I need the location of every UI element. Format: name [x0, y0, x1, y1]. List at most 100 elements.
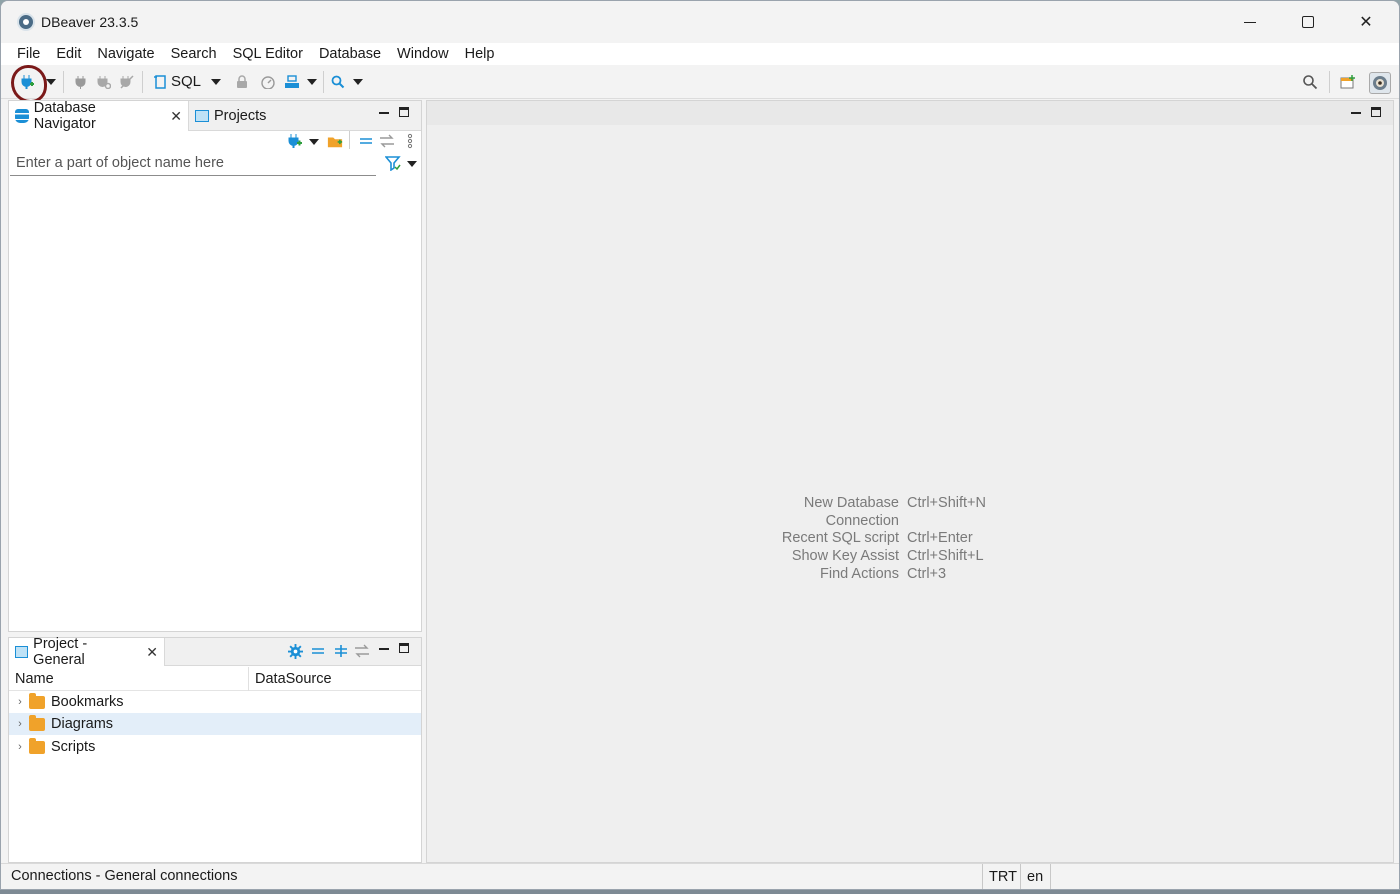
menu-window[interactable]: Window — [389, 43, 457, 65]
editor-area: New Database Connection Ctrl+Shift+N Rec… — [426, 100, 1394, 863]
tab-label: Project - General — [33, 636, 88, 668]
projects-icon — [195, 110, 209, 122]
menu-bar: File Edit Navigate Search SQL Editor Dat… — [1, 43, 1399, 65]
menu-search[interactable]: Search — [163, 43, 225, 65]
tree-item-diagrams[interactable]: › Diagrams — [9, 713, 421, 735]
column-header-datasource[interactable]: DataSource — [249, 667, 332, 691]
panel-window-controls — [379, 107, 409, 117]
hint-shortcut: Ctrl+Shift+L — [907, 548, 984, 565]
bookmarks-folder-icon — [29, 692, 45, 709]
navigator-tab-row: Database Navigator ✕ Projects — [9, 100, 421, 132]
minimize-panel-icon[interactable] — [379, 112, 389, 114]
tree-item-scripts[interactable]: › Scripts — [9, 736, 421, 758]
expand-all-icon[interactable] — [333, 643, 349, 659]
editor-tab-strip — [427, 101, 1393, 125]
minimize-icon — [1244, 21, 1256, 23]
new-connection-dropdown[interactable] — [309, 139, 319, 145]
project-general-panel: Project - General ✕ Name DataSource › Bo… — [8, 636, 422, 863]
hint-label[interactable]: Recent SQL script — [727, 530, 907, 548]
column-header-name[interactable]: Name — [9, 667, 54, 691]
toolbar-separator — [349, 131, 350, 149]
expand-chevron-icon[interactable]: › — [11, 718, 29, 730]
object-filter-input[interactable]: Enter a part of object name here — [10, 152, 376, 176]
menu-sql-editor[interactable]: SQL Editor — [225, 43, 311, 65]
project-icon — [15, 646, 29, 658]
maximize-panel-icon[interactable] — [399, 643, 409, 653]
sql-editor-dropdown[interactable] — [211, 79, 221, 85]
lock-icon[interactable] — [234, 74, 250, 90]
tab-label: Projects — [214, 108, 267, 124]
maximize-button[interactable] — [1279, 1, 1337, 43]
sql-editor-button[interactable]: SQL — [153, 73, 201, 90]
tab-project-general[interactable]: Project - General ✕ — [9, 636, 165, 668]
hint-row: Recent SQL script Ctrl+Enter — [727, 530, 986, 548]
minimize-editor-icon[interactable] — [1351, 112, 1361, 114]
hint-row: Find Actions Ctrl+3 — [727, 566, 986, 584]
toolbar-separator — [142, 71, 143, 93]
hint-shortcut: Ctrl+Shift+N — [907, 495, 986, 511]
new-folder-icon[interactable] — [327, 133, 343, 149]
menu-navigate[interactable]: Navigate — [89, 43, 162, 65]
annotation-circle — [11, 65, 47, 103]
disconnect-icon[interactable] — [119, 74, 135, 90]
collapse-all-icon[interactable] — [358, 133, 374, 149]
collapse-all-icon[interactable] — [310, 643, 326, 659]
connect-plug-icon[interactable] — [73, 74, 89, 90]
filter-icon[interactable] — [384, 155, 401, 172]
expand-chevron-icon[interactable]: › — [11, 741, 29, 753]
dbeaver-window: DBeaver 23.3.5 ✕ File Edit Navigate Sear… — [0, 0, 1400, 890]
hint-label[interactable]: New Database Connection — [727, 495, 907, 530]
status-text: Connections - General connections — [11, 868, 238, 884]
project-tree-header: Name DataSource — [9, 667, 421, 691]
close-tab-icon[interactable]: ✕ — [146, 644, 158, 661]
tree-item-label: Scripts — [51, 739, 96, 755]
tree-item-label: Bookmarks — [51, 694, 124, 710]
maximize-panel-icon[interactable] — [399, 107, 409, 117]
status-locale[interactable]: en — [1020, 864, 1049, 889]
transaction-mode-icon[interactable] — [284, 74, 300, 90]
hint-label[interactable]: Show Key Assist — [727, 548, 907, 566]
search-dropdown[interactable] — [353, 79, 363, 85]
minimize-panel-icon[interactable] — [379, 648, 389, 650]
hint-label[interactable]: Find Actions — [727, 566, 907, 584]
hint-shortcut: Ctrl+3 — [907, 565, 947, 582]
navigator-toolbar — [9, 131, 421, 153]
maximize-editor-icon[interactable] — [1371, 107, 1381, 117]
menu-file[interactable]: File — [9, 43, 48, 65]
status-timezone[interactable]: TRT — [982, 864, 1023, 889]
hint-row: New Database Connection Ctrl+Shift+N — [727, 495, 986, 530]
dashboard-gauge-icon[interactable] — [260, 74, 276, 90]
status-bar: Connections - General connections TRT en — [1, 863, 1399, 889]
link-with-editor-icon[interactable] — [379, 133, 395, 149]
minimize-button[interactable] — [1221, 1, 1279, 43]
configure-gear-icon[interactable] — [287, 643, 303, 659]
sql-button-label: SQL — [171, 73, 202, 90]
global-search-icon[interactable] — [1302, 74, 1318, 90]
menu-database[interactable]: Database — [311, 43, 389, 65]
tab-label: Database Navigator — [33, 100, 96, 132]
new-connection-plug-icon[interactable] — [287, 133, 303, 149]
tree-item-bookmarks[interactable]: › Bookmarks — [9, 691, 421, 713]
dbeaver-perspective-icon[interactable] — [1369, 72, 1391, 94]
view-menu-icon[interactable] — [402, 133, 418, 149]
expand-chevron-icon[interactable]: › — [11, 696, 29, 708]
new-connection-dropdown[interactable] — [46, 79, 56, 85]
tab-projects[interactable]: Projects — [189, 101, 272, 131]
tab-database-navigator[interactable]: Database Navigator ✕ — [9, 100, 189, 132]
main-toolbar: SQL — [1, 65, 1399, 99]
menu-edit[interactable]: Edit — [48, 43, 89, 65]
status-divider — [1050, 864, 1051, 889]
close-tab-icon[interactable]: ✕ — [170, 108, 182, 125]
search-icon[interactable] — [330, 74, 346, 90]
transaction-mode-dropdown[interactable] — [307, 79, 317, 85]
open-perspective-icon[interactable] — [1340, 74, 1356, 90]
sql-editor-icon — [154, 74, 166, 89]
close-icon: ✕ — [1359, 14, 1373, 31]
filter-dropdown[interactable] — [407, 161, 417, 167]
link-with-editor-icon[interactable] — [354, 643, 370, 659]
database-navigator-panel: Database Navigator ✕ Projects Enter a pa… — [8, 100, 422, 632]
close-button[interactable]: ✕ — [1337, 1, 1395, 43]
invalidate-reconnect-icon[interactable] — [96, 74, 112, 90]
menu-help[interactable]: Help — [457, 43, 503, 65]
database-icon — [15, 109, 29, 123]
